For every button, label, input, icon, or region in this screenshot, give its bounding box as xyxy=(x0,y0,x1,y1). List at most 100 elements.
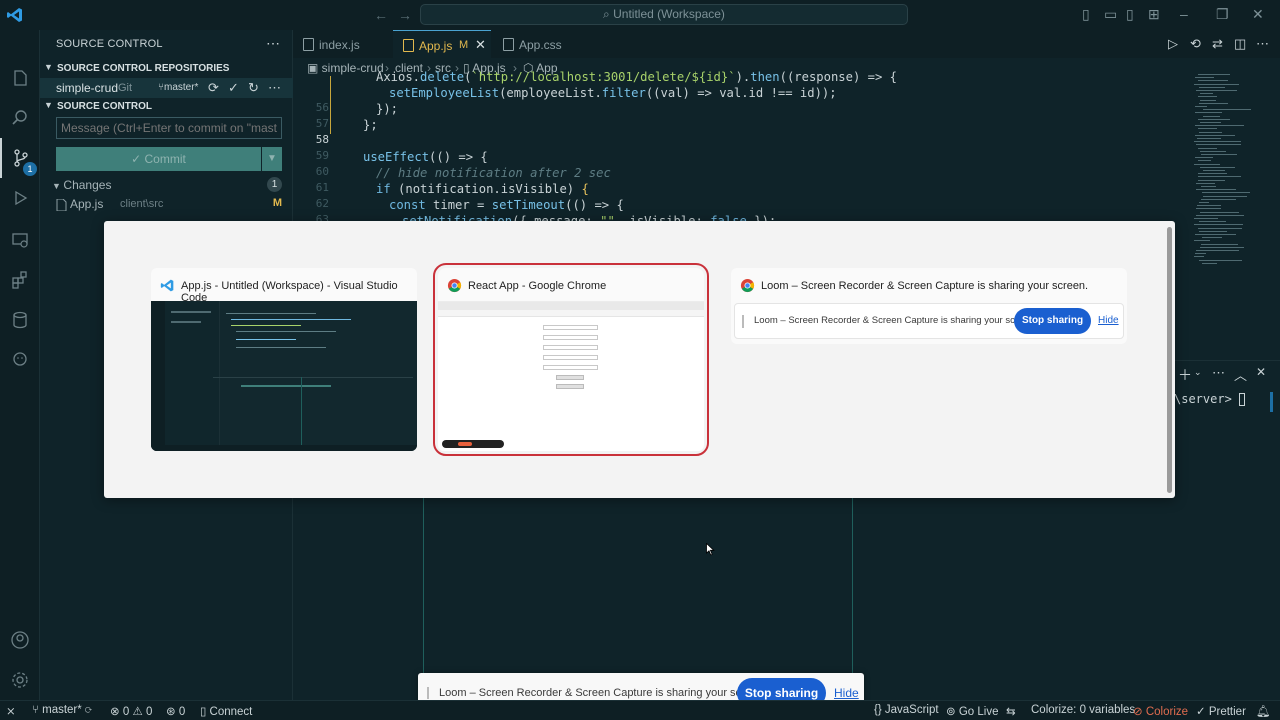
minimap-line xyxy=(1200,122,1221,123)
window-option-loom[interactable]: Loom – Screen Recorder & Screen Capture … xyxy=(731,268,1127,344)
prettier-status[interactable]: ✓ Prettier xyxy=(1196,704,1246,718)
explorer-icon[interactable] xyxy=(0,58,40,98)
file-icon xyxy=(303,38,314,51)
stop-sharing-button[interactable]: Stop sharing xyxy=(1014,308,1091,334)
sidebar-title: SOURCE CONTROL xyxy=(56,38,163,50)
modified-indicator: M xyxy=(459,39,469,51)
warning-icon: ⚠ xyxy=(132,706,146,718)
refresh-icon[interactable]: ↻ xyxy=(248,80,259,96)
colorize-variables-status[interactable]: Colorize: 0 variables xyxy=(1031,704,1135,716)
close-panel-icon[interactable]: ✕ xyxy=(1256,365,1266,379)
split-divider xyxy=(852,498,853,673)
forward-arrow-icon[interactable]: → xyxy=(398,7,412,23)
editor-more-icon[interactable]: ⋯ xyxy=(1256,36,1269,52)
problems-status[interactable]: ⊗ 0 ⚠ 0 xyxy=(110,704,152,718)
minimap-line xyxy=(1196,90,1237,91)
toggle-panel-icon[interactable]: ▭ xyxy=(1104,6,1117,23)
minimap-line xyxy=(1199,221,1226,223)
window-option-vscode[interactable]: App.js - Untitled (Workspace) - Visual S… xyxy=(151,268,417,451)
no-entry-icon: ⊘ xyxy=(1133,706,1146,718)
tab-app-js[interactable]: App.js M ✕ xyxy=(393,30,491,58)
changes-group-header[interactable]: ▼ Changes xyxy=(52,178,111,192)
minimap-line xyxy=(1196,250,1239,251)
commit-button[interactable]: ✓ Commit xyxy=(56,147,261,171)
split-editor-icon[interactable]: ◫ xyxy=(1234,36,1246,52)
database-icon[interactable] xyxy=(0,300,40,340)
toggle-primary-sidebar-icon[interactable]: ▯ xyxy=(1082,6,1090,23)
back-arrow-icon[interactable]: ← xyxy=(374,7,388,23)
live-share-icon[interactable] xyxy=(0,340,40,380)
compare-icon[interactable]: ⇄ xyxy=(1212,36,1223,52)
open-changes-icon[interactable]: ⟲ xyxy=(1190,36,1201,52)
tab-index-js[interactable]: index.js xyxy=(293,30,391,58)
terminal-prompt[interactable]: \server> xyxy=(1174,392,1246,406)
minimap-line xyxy=(1197,138,1221,139)
minimap-line xyxy=(1201,198,1236,200)
notifications-bell-icon[interactable]: 🔔︎ xyxy=(1256,704,1271,718)
close-tab-icon[interactable]: ✕ xyxy=(475,37,486,53)
new-terminal-plus-icon[interactable]: ＋ xyxy=(1178,365,1192,385)
remote-indicator-icon[interactable]: ⨯ xyxy=(6,704,16,718)
window-thumbnail xyxy=(151,301,417,451)
terminal-toolbar: ＋ ⌄ ⋯ ︿ ✕ xyxy=(1174,360,1280,386)
maximize-icon[interactable]: ❐ xyxy=(1216,6,1229,23)
repo-more-icon[interactable]: ⋯ xyxy=(268,80,281,96)
minimap-line xyxy=(1194,141,1241,143)
minimap-line xyxy=(1198,128,1217,130)
ports-status[interactable]: ⊛ 0 xyxy=(166,704,185,718)
source-control-icon[interactable]: 1 xyxy=(0,138,40,178)
more-actions-icon[interactable]: ⋯ xyxy=(266,35,280,52)
vscode-icon xyxy=(160,279,174,292)
code-editor[interactable]: 56 57 58 59 60 61 62 63 Axios.delete(`ht… xyxy=(293,70,1188,222)
manage-gear-icon[interactable] xyxy=(0,660,40,700)
minimize-icon[interactable]: – xyxy=(1180,6,1188,22)
minimap-line xyxy=(1198,147,1217,149)
run-icon[interactable]: ▷ xyxy=(1168,36,1178,52)
repositories-section-header[interactable]: ▼ SOURCE CONTROL REPOSITORIES xyxy=(40,60,293,78)
minimap-line xyxy=(1195,112,1222,114)
close-window-icon[interactable]: ✕ xyxy=(1252,6,1264,23)
go-live-button[interactable]: ⊚ Go Live xyxy=(946,704,998,718)
status-bar: ⨯ ⑂ master* ⟳ ⊗ 0 ⚠ 0 ⊛ 0 ▯ Connect {} J… xyxy=(0,700,1280,720)
remote-explorer-icon[interactable] xyxy=(0,220,40,260)
chevron-down-icon[interactable]: ⌄ xyxy=(1194,367,1202,378)
picker-scrollbar[interactable] xyxy=(1167,227,1172,493)
sync-icon[interactable]: ⟳ xyxy=(208,80,219,96)
minimap[interactable] xyxy=(1188,70,1280,270)
commit-check-icon[interactable]: ✓ xyxy=(228,80,239,96)
terminal-more-icon[interactable]: ⋯ xyxy=(1212,365,1225,381)
commit-options-chevron-icon[interactable]: ▼ xyxy=(262,147,282,171)
repository-row[interactable]: simple-crud Git ⑂master* ⟳ ✓ ↻ ⋯ xyxy=(40,78,293,98)
search-icon[interactable] xyxy=(0,98,40,138)
extensions-icon[interactable] xyxy=(0,260,40,300)
colorize-status[interactable]: ⊘ Colorize xyxy=(1133,704,1188,718)
toggle-secondary-sidebar-icon[interactable]: ▯ xyxy=(1126,6,1134,23)
changed-file-row[interactable]: App.js client\src M xyxy=(56,196,286,214)
window-option-react-app-chrome[interactable]: React App - Google Chrome xyxy=(433,263,709,456)
run-debug-icon[interactable] xyxy=(0,178,40,218)
connect-status[interactable]: ▯ Connect xyxy=(200,704,252,718)
customize-layout-icon[interactable]: ⊞ xyxy=(1148,6,1160,23)
tab-app-css[interactable]: App.css xyxy=(493,30,591,58)
minimap-line xyxy=(1198,160,1211,162)
hide-link[interactable]: Hide xyxy=(834,686,859,700)
js-file-icon xyxy=(56,199,67,211)
minimap-line xyxy=(1200,99,1216,101)
indent-guide xyxy=(330,76,331,134)
branch-label[interactable]: ⑂master* xyxy=(158,82,198,93)
source-control-section-header[interactable]: ▼ SOURCE CONTROL xyxy=(40,98,293,116)
branch-status[interactable]: ⑂ master* ⟳ xyxy=(32,704,92,716)
minimap-line xyxy=(1198,118,1230,120)
drag-grip[interactable] xyxy=(427,687,429,699)
split-divider xyxy=(423,498,424,673)
maximize-panel-icon[interactable]: ︿ xyxy=(1234,365,1247,384)
sync-status-icon[interactable]: ⇆ xyxy=(1006,704,1016,718)
minimap-line xyxy=(1200,211,1239,213)
commit-message-input[interactable] xyxy=(56,117,282,139)
minimap-line xyxy=(1195,253,1206,255)
language-mode[interactable]: {} JavaScript xyxy=(874,704,939,716)
accounts-icon[interactable] xyxy=(0,620,40,660)
hide-link[interactable]: Hide xyxy=(1098,315,1119,326)
drag-grip xyxy=(742,315,744,328)
command-center-search[interactable]: ⌕ Untitled (Workspace) xyxy=(420,4,908,25)
